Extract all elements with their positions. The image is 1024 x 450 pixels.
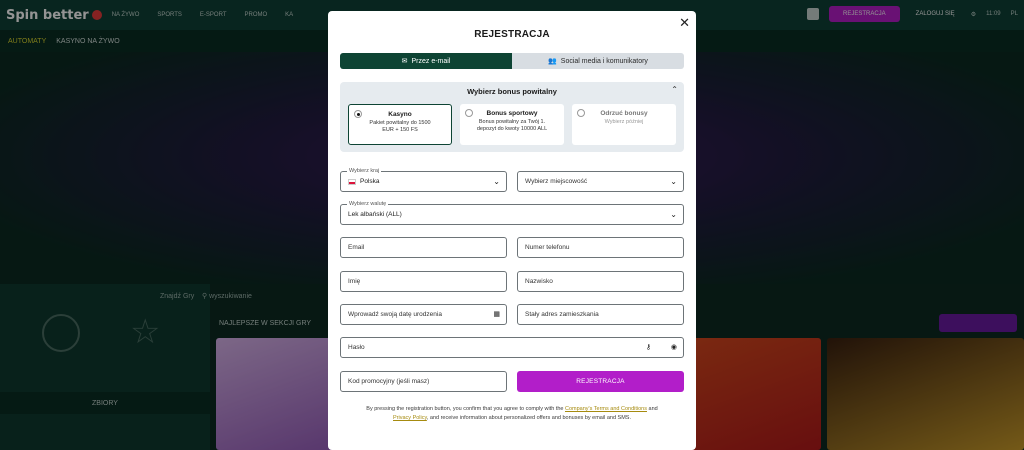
- chevron-down-icon: ⌄: [670, 177, 677, 186]
- last-name-field[interactable]: Nazwisko: [517, 271, 684, 292]
- eye-icon[interactable]: ◉: [671, 343, 677, 351]
- bonus-casino-desc: Pakiet powitalny do 1500 EUR + 150 FS: [369, 120, 431, 133]
- modal-title: REJESTRACJA: [474, 29, 550, 40]
- country-label: Wybierz kraj: [347, 168, 382, 174]
- register-submit-button[interactable]: REJESTRACJA: [517, 371, 684, 392]
- password-field[interactable]: Hasło ⚷ ◉: [340, 337, 684, 358]
- users-icon: 👥: [548, 58, 557, 65]
- close-icon[interactable]: ✕: [679, 15, 690, 31]
- bonus-sport-title: Bonus sportowy: [486, 110, 538, 117]
- country-select[interactable]: Wybierz kraj Polska ⌄: [340, 168, 507, 192]
- first-name-placeholder: Imię: [348, 278, 361, 285]
- terms-link[interactable]: Company's Terms and Conditions: [565, 406, 647, 412]
- poland-flag-icon: [348, 178, 356, 185]
- password-placeholder: Hasło: [348, 344, 365, 351]
- registration-modal: REJESTRACJA ✕ ✉ Przez e-mail 👥 Social me…: [328, 11, 696, 450]
- radio-casino[interactable]: [354, 110, 362, 118]
- bonus-heading: Wybierz bonus powitalny: [467, 87, 557, 96]
- registration-tabs: ✉ Przez e-mail 👥 Social media i komunika…: [340, 53, 684, 69]
- radio-decline[interactable]: [577, 109, 585, 117]
- terms-mid: and: [648, 406, 658, 412]
- first-name-field[interactable]: Imię: [340, 271, 507, 292]
- tab-email[interactable]: ✉ Przez e-mail: [340, 53, 512, 69]
- bonus-option-casino[interactable]: Kasyno Pakiet powitalny do 1500 EUR + 15…: [348, 104, 452, 145]
- email-placeholder: Email: [348, 244, 365, 251]
- phone-field[interactable]: Numer telefonu: [517, 237, 684, 258]
- terms-pre: By pressing the registration button, you…: [366, 406, 564, 412]
- envelope-icon: ✉: [401, 58, 408, 65]
- phone-placeholder: Numer telefonu: [525, 244, 570, 251]
- privacy-link[interactable]: Privacy Policy: [393, 415, 427, 421]
- calendar-icon[interactable]: ▦: [493, 310, 500, 318]
- tab-social[interactable]: 👥 Social media i komunikatory: [512, 53, 684, 69]
- city-select[interactable]: Wybierz miejscowość ⌄: [517, 171, 684, 192]
- birthdate-field[interactable]: Wprowadź swoją datę urodzenia ▦: [340, 304, 507, 325]
- currency-select[interactable]: Wybierz walutę Lek albański (ALL) ⌄: [340, 201, 684, 225]
- currency-label: Wybierz walutę: [347, 201, 389, 207]
- last-name-placeholder: Nazwisko: [525, 278, 553, 285]
- country-value: Polska: [360, 178, 380, 185]
- address-field[interactable]: Stały adres zamieszkania: [517, 304, 684, 325]
- bonus-sport-desc: Bonus powitalny za Twój 1. depozyt do kw…: [476, 119, 548, 132]
- city-placeholder: Wybierz miejscowość: [525, 178, 588, 185]
- key-icon[interactable]: ⚷: [646, 343, 651, 351]
- promo-code-field[interactable]: Kod promocyjny (jeśli masz): [340, 371, 507, 392]
- terms-post: , and receive information about personal…: [426, 415, 631, 421]
- bonus-decline-desc: Wybierz później: [604, 119, 644, 125]
- chevron-down-icon: ⌄: [670, 210, 677, 219]
- bonus-selector: Wybierz bonus powitalny ⌃ Kasyno Pakiet …: [340, 82, 684, 152]
- bonus-casino-title: Kasyno: [388, 111, 412, 118]
- radio-sport[interactable]: [465, 109, 473, 117]
- bonus-option-decline[interactable]: Odrzuć bonusy Wybierz później: [572, 104, 676, 145]
- bonus-decline-title: Odrzuć bonusy: [600, 110, 648, 117]
- bonus-option-sport[interactable]: Bonus sportowy Bonus powitalny za Twój 1…: [460, 104, 564, 145]
- promo-placeholder: Kod promocyjny (jeśli masz): [348, 378, 430, 385]
- chevron-up-icon[interactable]: ⌃: [671, 85, 678, 94]
- birthdate-placeholder: Wprowadź swoją datę urodzenia: [348, 311, 442, 318]
- tab-email-label: Przez e-mail: [411, 57, 451, 65]
- tab-social-label: Social media i komunikatory: [560, 57, 648, 65]
- terms-text: By pressing the registration button, you…: [340, 405, 684, 423]
- address-placeholder: Stały adres zamieszkania: [525, 311, 599, 318]
- chevron-down-icon: ⌄: [493, 177, 500, 186]
- currency-value: Lek albański (ALL): [348, 211, 402, 218]
- email-field[interactable]: Email: [340, 237, 507, 258]
